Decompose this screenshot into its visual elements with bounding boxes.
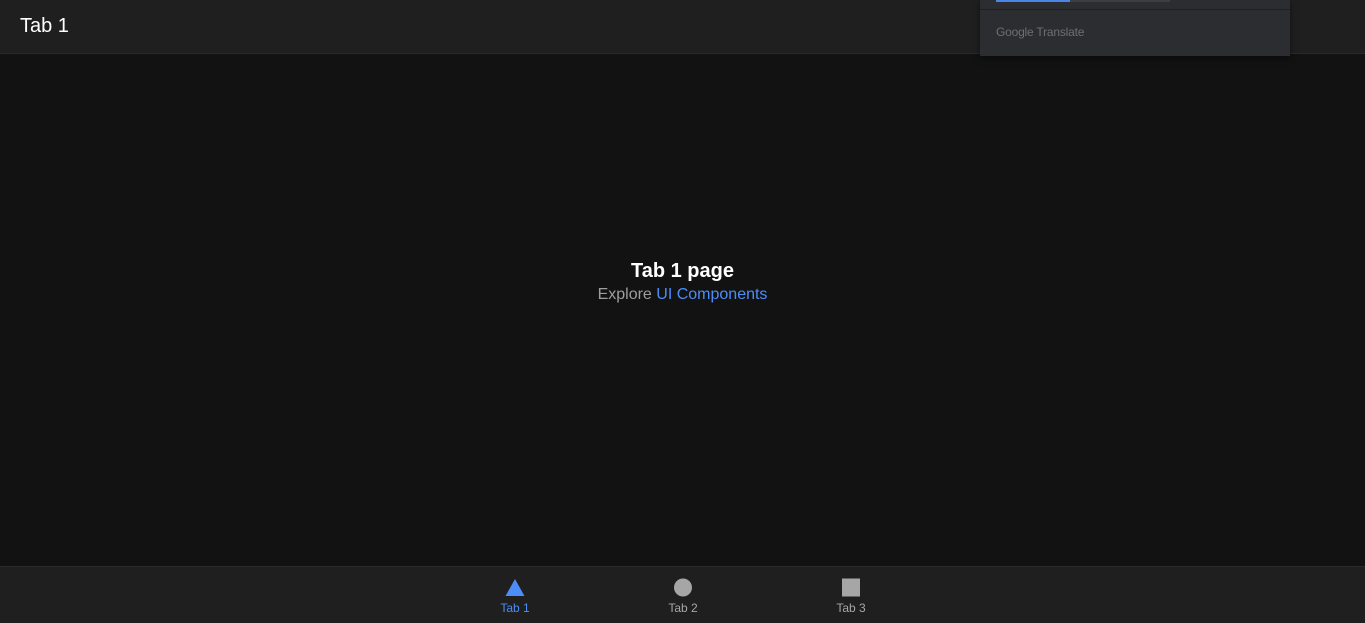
ui-components-link[interactable]: UI Components xyxy=(656,286,767,303)
page-title: Tab 1 xyxy=(20,15,69,37)
circle-icon xyxy=(674,578,692,597)
translate-active-indicator xyxy=(996,0,1070,2)
translate-divider xyxy=(980,9,1290,10)
translate-label: Translate xyxy=(1036,25,1085,39)
translate-tab-bar xyxy=(996,0,1170,2)
tab-3[interactable]: Tab 3 xyxy=(806,567,896,623)
explore-text: Explore xyxy=(597,286,652,303)
triangle-icon xyxy=(505,579,525,596)
tab-2-label: Tab 2 xyxy=(668,601,698,615)
content-subtitle: Explore UI Components xyxy=(0,284,1365,306)
google-translate-popup: Google Translate xyxy=(980,0,1290,56)
square-icon xyxy=(842,578,860,597)
tab-1[interactable]: Tab 1 xyxy=(470,567,560,623)
content-container: Tab 1 page Explore UI Components xyxy=(0,259,1365,306)
main-content: Tab 1 page Explore UI Components xyxy=(0,54,1365,566)
tab-3-label: Tab 3 xyxy=(836,601,866,615)
google-logo-text: Google xyxy=(996,25,1034,39)
tab-1-label: Tab 1 xyxy=(500,601,530,615)
tab-2[interactable]: Tab 2 xyxy=(638,567,728,623)
bottom-tab-bar: Tab 1 Tab 2 Tab 3 xyxy=(0,566,1365,623)
google-translate-brand[interactable]: Google Translate xyxy=(996,25,1084,39)
content-title: Tab 1 page xyxy=(631,260,734,282)
